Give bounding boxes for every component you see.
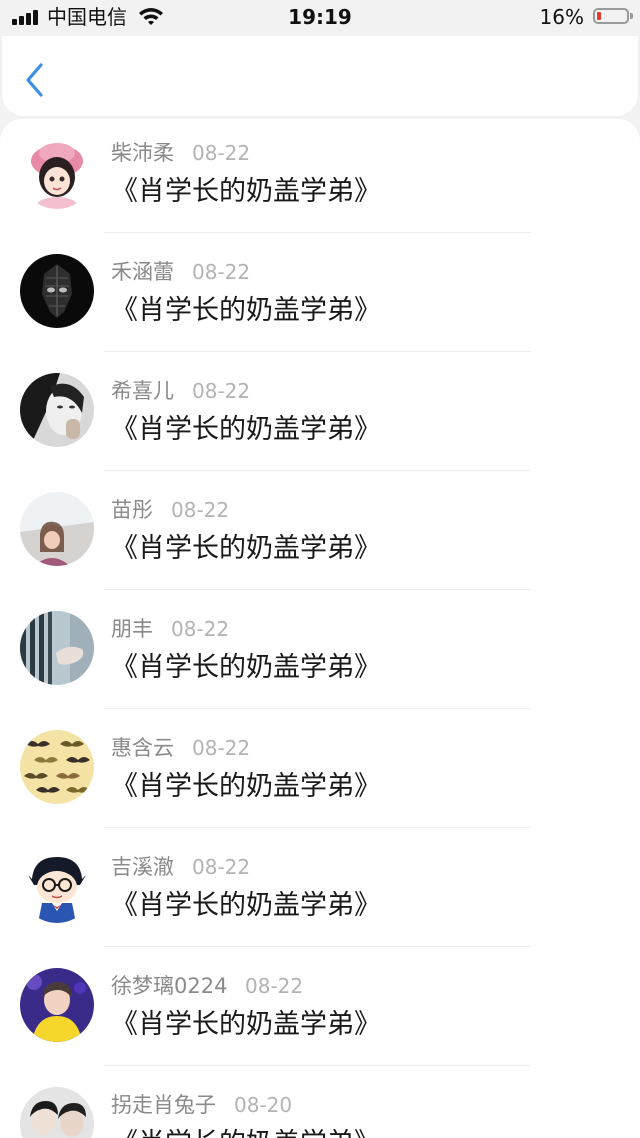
- comment-text[interactable]: 《肖学长的奶盖学弟》: [111, 651, 381, 685]
- user-name[interactable]: 朋丰: [111, 617, 153, 641]
- user-name[interactable]: 希喜儿: [111, 379, 174, 403]
- comment-text[interactable]: 《肖学长的奶盖学弟》: [111, 889, 381, 923]
- post-date: 08-22: [192, 260, 251, 284]
- user-name[interactable]: 拐走肖兔子: [111, 1093, 216, 1117]
- comment-text[interactable]: 《肖学长的奶盖学弟》: [111, 1127, 381, 1138]
- user-name[interactable]: 惠含云: [111, 736, 174, 760]
- divider: [104, 351, 530, 352]
- list-item[interactable]: 惠含云 08-22 《肖学长的奶盖学弟》: [0, 714, 640, 833]
- user-name[interactable]: 禾涵蕾: [111, 260, 174, 284]
- status-bar: 中国电信 19:19 16%: [0, 0, 640, 36]
- user-name[interactable]: 徐梦璃0224: [111, 974, 227, 998]
- battery-tip: [630, 13, 633, 19]
- avatar[interactable]: [20, 254, 94, 328]
- comment-text[interactable]: 《肖学长的奶盖学弟》: [111, 294, 381, 328]
- battery-level-fill: [597, 12, 601, 20]
- comment-text[interactable]: 《肖学长的奶盖学弟》: [111, 175, 381, 209]
- divider: [104, 232, 530, 233]
- avatar[interactable]: [20, 968, 94, 1042]
- divider: [104, 946, 530, 947]
- comment-text[interactable]: 《肖学长的奶盖学弟》: [111, 413, 381, 447]
- divider: [104, 708, 530, 709]
- back-button[interactable]: [20, 60, 50, 100]
- list-item[interactable]: 拐走肖兔子 08-20 《肖学长的奶盖学弟》: [0, 1071, 640, 1138]
- avatar[interactable]: [20, 1087, 94, 1138]
- list-item[interactable]: 希喜儿 08-22 《肖学长的奶盖学弟》: [0, 357, 640, 476]
- battery-percent: 16%: [539, 5, 584, 29]
- user-name[interactable]: 柴沛柔: [111, 141, 174, 165]
- avatar[interactable]: [20, 492, 94, 566]
- chevron-left-icon: [26, 63, 43, 97]
- list-item[interactable]: 朋丰 08-22 《肖学长的奶盖学弟》: [0, 595, 640, 714]
- post-date: 08-22: [245, 974, 304, 998]
- divider: [104, 827, 530, 828]
- post-date: 08-22: [192, 855, 251, 879]
- list-item[interactable]: 徐梦璃0224 08-22 《肖学长的奶盖学弟》: [0, 952, 640, 1071]
- comment-text[interactable]: 《肖学长的奶盖学弟》: [111, 532, 381, 566]
- user-name[interactable]: 吉溪澈: [111, 855, 174, 879]
- post-date: 08-22: [171, 617, 230, 641]
- nav-bar: [2, 36, 638, 116]
- post-date: 08-22: [192, 379, 251, 403]
- post-date: 08-20: [234, 1093, 293, 1117]
- post-date: 08-22: [192, 736, 251, 760]
- avatar[interactable]: [20, 730, 94, 804]
- list-item[interactable]: 吉溪澈 08-22 《肖学长的奶盖学弟》: [0, 833, 640, 952]
- list-item[interactable]: 苗彤 08-22 《肖学长的奶盖学弟》: [0, 476, 640, 595]
- divider: [104, 589, 530, 590]
- post-date: 08-22: [192, 141, 251, 165]
- list-item[interactable]: 柴沛柔 08-22 《肖学长的奶盖学弟》: [0, 119, 640, 238]
- avatar[interactable]: [20, 611, 94, 685]
- battery-icon: [593, 8, 629, 24]
- list-item[interactable]: 禾涵蕾 08-22 《肖学长的奶盖学弟》: [0, 238, 640, 357]
- comment-text[interactable]: 《肖学长的奶盖学弟》: [111, 770, 381, 804]
- avatar[interactable]: [20, 373, 94, 447]
- comment-list: 柴沛柔 08-22 《肖学长的奶盖学弟》 禾涵蕾 08-22 《肖学长的奶盖学弟…: [0, 119, 640, 1138]
- divider: [104, 470, 530, 471]
- post-date: 08-22: [171, 498, 230, 522]
- divider: [104, 1065, 530, 1066]
- avatar[interactable]: [20, 849, 94, 923]
- comment-text[interactable]: 《肖学长的奶盖学弟》: [111, 1008, 381, 1042]
- avatar[interactable]: [20, 135, 94, 209]
- user-name[interactable]: 苗彤: [111, 498, 153, 522]
